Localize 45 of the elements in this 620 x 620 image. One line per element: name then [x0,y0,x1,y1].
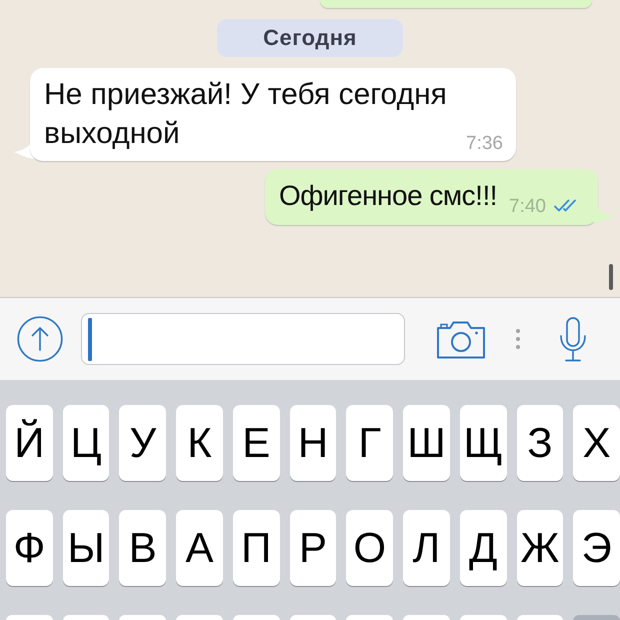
keyboard-key[interactable]: Й [6,405,53,481]
keyboard-key[interactable]: Н [290,405,336,481]
keyboard-key[interactable]: Ц [62,405,110,481]
microphone-icon[interactable] [559,316,587,362]
keyboard-key[interactable]: Ш [403,405,450,481]
message-input-field[interactable] [81,313,405,365]
keyboard-key[interactable] [290,615,336,620]
keyboard-key[interactable]: Л [403,510,450,586]
keyboard-key[interactable] [460,615,507,620]
text-cursor [88,318,92,360]
keyboard-key[interactable]: П [232,510,280,586]
keyboard-key[interactable] [6,615,53,620]
keyboard-key[interactable]: Е [232,405,280,481]
keyboard-key[interactable]: Ы [62,510,110,586]
keyboard-key[interactable] [176,615,223,620]
arrow-up-circle-icon[interactable] [17,316,63,362]
message-text: Не приезжай! У тебя сегодня выходной [44,78,447,150]
keyboard-key[interactable] [346,615,394,620]
date-separator: Сегодня [217,19,403,57]
keyboard-key[interactable]: Щ [460,405,507,481]
keyboard-key[interactable]: Э [573,510,620,586]
keyboard-key[interactable]: К [176,405,223,481]
keyboard-key[interactable]: Ф [6,510,53,586]
function-key[interactable] [573,615,620,620]
keyboard-key[interactable] [516,615,564,620]
keyboard-key[interactable] [119,615,166,620]
keyboard-key[interactable] [403,615,450,620]
keyboard-key[interactable]: Р [290,510,336,586]
keyboard-key[interactable] [62,615,110,620]
keyboard-key[interactable]: Ж [516,510,564,586]
keyboard-key[interactable] [232,615,280,620]
message-time: 7:36 [466,133,503,155]
keyboard-key[interactable]: Х [573,405,620,481]
keyboard-key[interactable]: В [119,510,166,586]
camera-icon[interactable] [436,319,486,359]
keyboard-key[interactable]: Д [460,510,507,586]
keyboard-key[interactable]: З [516,405,564,481]
vertical-dots-icon[interactable] [515,328,521,350]
keyboard-key[interactable]: А [176,510,223,586]
scroll-indicator [609,264,613,290]
message-text: Офигенное смс!!! [278,179,498,213]
keyboard-key[interactable]: О [346,510,394,586]
keyboard-key[interactable]: Г [346,405,394,481]
keyboard-key[interactable]: У [119,405,166,481]
message-time: 7:40 [509,196,546,218]
